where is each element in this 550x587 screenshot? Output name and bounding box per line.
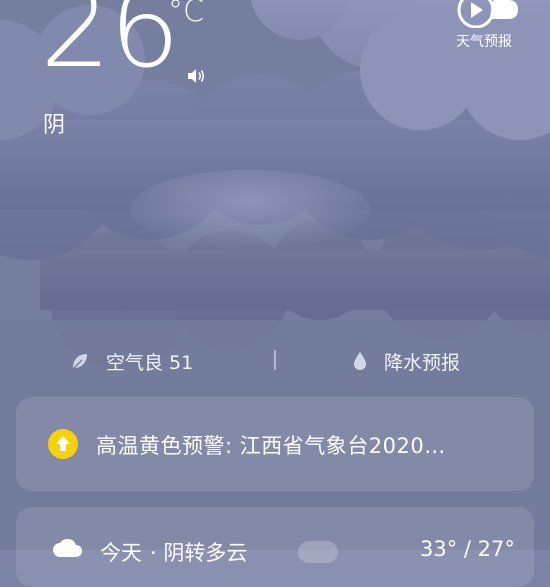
precipitation-forecast[interactable]: 降水预报 [352, 347, 460, 375]
raindrop-icon [354, 352, 366, 370]
daily-forecast-card[interactable]: 今天 · 阴转多云 33° / 27° [16, 507, 534, 587]
day-description: · 阴转多云 [150, 541, 248, 565]
weather-alert-card[interactable]: 高温黄色预警: 江西省气象台2020… [16, 397, 534, 491]
air-quality[interactable]: 空气良 51 [70, 347, 193, 375]
speaker-icon[interactable] [186, 68, 206, 84]
aqi-text: 空气良 51 [106, 351, 194, 374]
current-temperature: 26 [40, 0, 181, 93]
temperature-unit: °C [168, 0, 204, 29]
cloud-icon [53, 538, 82, 557]
day-temperature: 33° / 27° [420, 537, 515, 561]
divider [274, 350, 276, 370]
warning-arrow-icon [48, 429, 78, 459]
day-label: 今天 [100, 541, 142, 565]
leaf-icon [72, 354, 87, 370]
play-cloud-icon [457, 0, 518, 28]
weather-condition: 阴 [43, 113, 66, 138]
weather-forecast-button[interactable]: 天气预报 [452, 0, 522, 50]
info-row: 空气良 51 降水预报 [0, 343, 550, 379]
alert-text: 高温黄色预警: 江西省气象台2020… [96, 434, 446, 458]
precipitation-text: 降水预报 [384, 351, 461, 374]
aqi-badge [298, 541, 338, 563]
forecast-label: 天气预报 [456, 34, 512, 50]
